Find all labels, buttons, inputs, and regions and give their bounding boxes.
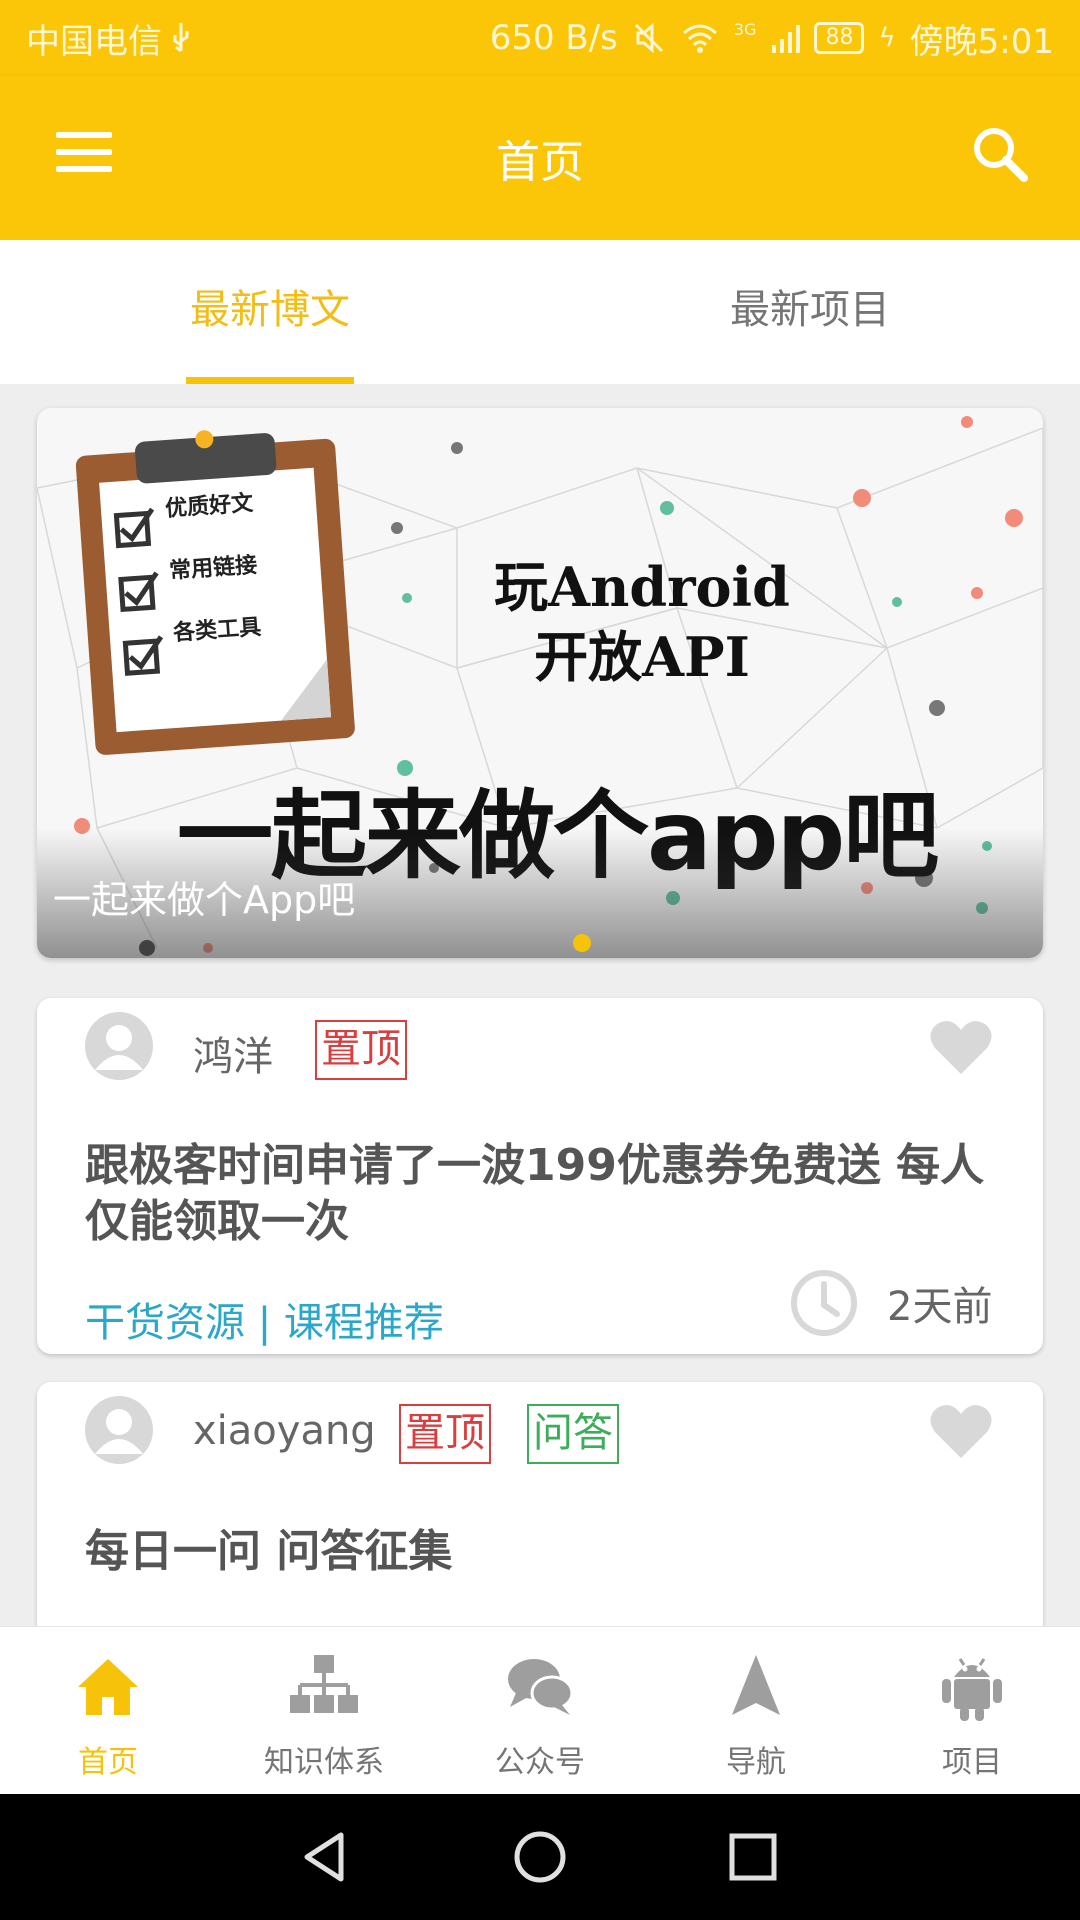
usb-icon <box>173 23 189 53</box>
article-card[interactable]: 鸿洋 置顶 跟极客时间申请了一波199优惠券免费送 每人仅能领取一次 干货资源 … <box>37 998 1043 1354</box>
clock-icon <box>791 1270 857 1336</box>
network-type: 3G <box>733 19 757 39</box>
page-title: 首页 <box>496 137 584 188</box>
carrier-label: 中国电信 <box>26 21 162 62</box>
tag-pinned: 置顶 <box>399 1404 491 1464</box>
checklist-item: 各类工具 <box>172 614 262 647</box>
tab-bar: 最新博文 最新项目 <box>0 240 1080 384</box>
system-navigation-bar <box>0 1794 1080 1920</box>
battery-icon: 88 <box>814 22 865 54</box>
avatar-icon <box>85 1012 153 1080</box>
recents-icon[interactable] <box>723 1827 783 1887</box>
home-icon <box>78 1659 138 1715</box>
nav-item-wechat[interactable]: 公众号 <box>432 1627 648 1794</box>
checklist-item: 优质好文 <box>164 490 254 523</box>
tab-label: 最新博文 <box>190 287 350 333</box>
nav-label: 项目 <box>942 1745 1002 1780</box>
bottom-navigation: 首页 知识体系 公众号 导航 项目 <box>0 1626 1080 1794</box>
signal-icon <box>772 25 801 53</box>
android-icon <box>942 1658 1002 1721</box>
article-title[interactable]: 跟极客时间申请了一波199优惠券免费送 每人仅能领取一次 <box>85 1138 1005 1250</box>
back-icon[interactable] <box>297 1827 357 1887</box>
hierarchy-icon <box>290 1655 358 1713</box>
tab-latest-projects[interactable]: 最新项目 <box>540 240 1080 384</box>
article-card[interactable]: xiaoyang 置顶 问答 每日一问 问答征集 <box>37 1382 1043 1642</box>
tab-indicator <box>186 377 354 384</box>
article-title[interactable]: 每日一问 问答征集 <box>85 1524 1005 1580</box>
nav-item-knowledge[interactable]: 知识体系 <box>216 1627 432 1794</box>
navigation-arrow-icon <box>732 1655 780 1715</box>
article-category[interactable]: 干货资源 | 课程推荐 <box>85 1290 444 1348</box>
nav-label: 公众号 <box>495 1745 585 1780</box>
network-speed: 650 B/s <box>489 18 618 58</box>
nav-item-projects[interactable]: 项目 <box>864 1627 1080 1794</box>
mute-icon <box>634 22 663 54</box>
nav-label: 导航 <box>726 1745 786 1780</box>
hamburger-icon[interactable] <box>56 132 112 172</box>
home-button-icon[interactable] <box>510 1827 570 1887</box>
avatar-icon <box>85 1396 153 1464</box>
clock-time: 傍晚5:01 <box>909 21 1054 62</box>
tab-latest-articles[interactable]: 最新博文 <box>0 240 540 384</box>
search-icon[interactable] <box>970 124 1030 184</box>
heart-icon[interactable] <box>929 1018 993 1076</box>
article-time: 2天前 <box>887 1284 993 1330</box>
nav-label: 首页 <box>78 1745 138 1780</box>
author-name: 鸿洋 <box>193 1034 273 1080</box>
banner-subheadline: 开放API <box>534 625 750 689</box>
banner-caption: 一起来做个App吧 <box>53 878 356 922</box>
banner-carousel[interactable]: 优质好文 常用链接 各类工具 玩Android 开放API 一起来做个app吧 … <box>37 408 1043 958</box>
tag-pinned: 置顶 <box>315 1020 407 1080</box>
nav-item-home[interactable]: 首页 <box>0 1627 216 1794</box>
nav-label: 知识体系 <box>264 1745 384 1780</box>
nav-item-navigation[interactable]: 导航 <box>648 1627 864 1794</box>
wifi-icon <box>682 24 717 53</box>
carousel-indicator <box>573 934 591 952</box>
status-bar: 中国电信 650 B/s 3G 88 ϟ 傍晚5:01 <box>0 0 1080 76</box>
tag-qa: 问答 <box>527 1404 619 1464</box>
chat-bubbles-icon <box>508 1659 574 1715</box>
charging-icon: ϟ <box>878 23 896 53</box>
author-name: xiaoyang <box>193 1408 376 1454</box>
banner-headline: 玩Android <box>494 555 790 619</box>
app-bar: 首页 <box>0 76 1080 240</box>
tab-label: 最新项目 <box>730 287 890 333</box>
checklist-item: 常用链接 <box>168 552 258 585</box>
heart-icon[interactable] <box>929 1402 993 1460</box>
